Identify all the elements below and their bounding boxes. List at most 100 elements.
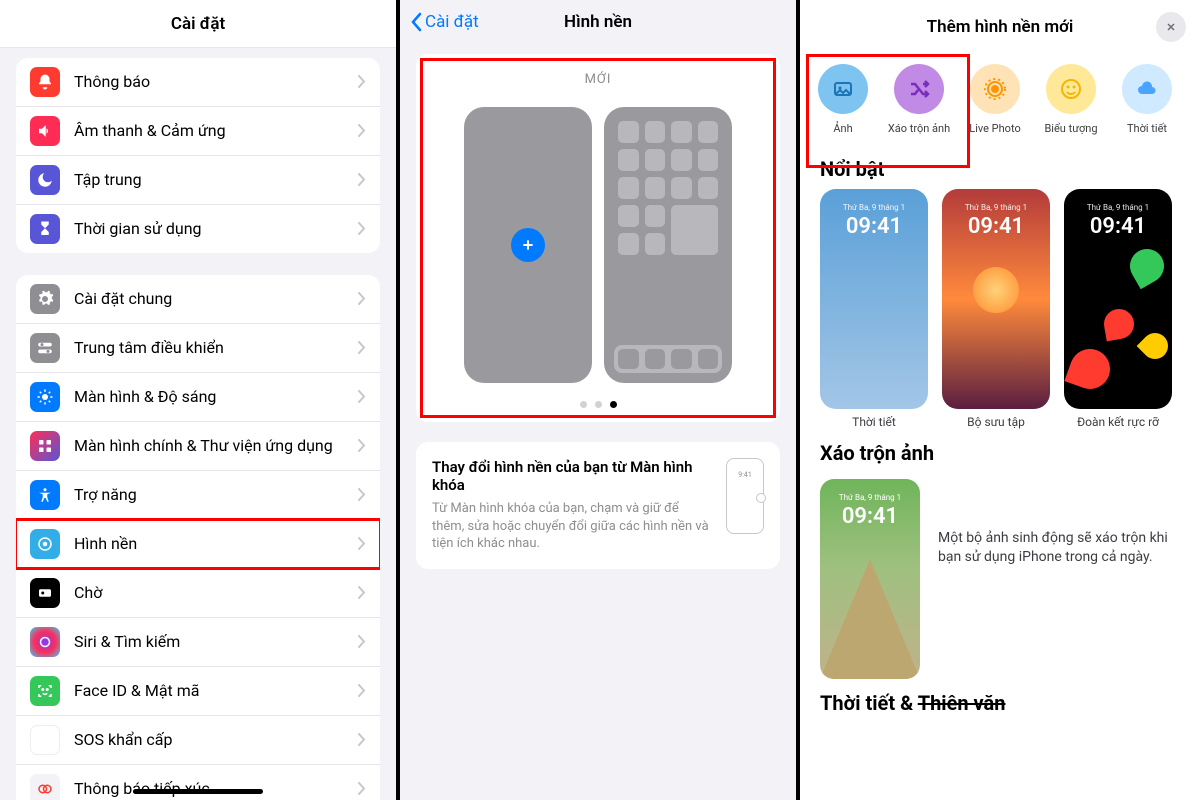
chevron-right-icon bbox=[358, 486, 366, 505]
wallpaper-collection[interactable]: Thứ Ba, 9 tháng 1 09:41 bbox=[942, 189, 1050, 409]
row-sos[interactable]: SOS SOS khẩn cấp bbox=[16, 716, 380, 765]
add-wallpaper-header: Thêm hình nền mới bbox=[800, 0, 1200, 54]
row-homescreen[interactable]: Màn hình chính & Thư viện ứng dụng bbox=[16, 422, 380, 471]
row-sound[interactable]: Âm thanh & Cảm ứng bbox=[16, 107, 380, 156]
chevron-right-icon bbox=[358, 780, 366, 799]
page-dot[interactable] bbox=[595, 401, 602, 408]
wallpaper-unity[interactable]: Thứ Ba, 9 tháng 1 09:41 bbox=[1064, 189, 1172, 409]
flower-graphic bbox=[1064, 343, 1115, 394]
grid-icon bbox=[30, 431, 60, 461]
row-label: Màn hình & Độ sáng bbox=[74, 387, 358, 406]
row-accessibility[interactable]: Trợ năng bbox=[16, 471, 380, 520]
row-label: Trung tâm điều khiển bbox=[74, 338, 358, 357]
category-emoji[interactable]: Biểu tượng bbox=[1044, 64, 1098, 135]
page-dots[interactable] bbox=[428, 401, 768, 408]
shuffle-description: Một bộ ảnh sinh động sẽ xáo trộn khi bạn… bbox=[938, 479, 1180, 567]
home-indicator[interactable] bbox=[133, 789, 263, 794]
settings-list[interactable]: Thông báo Âm thanh & Cảm ứng Tập trung bbox=[0, 48, 396, 800]
wallpaper-body: MỚI bbox=[400, 44, 796, 579]
wallpaper-day: Thứ Ba, 9 tháng 1 bbox=[942, 203, 1050, 212]
chevron-right-icon bbox=[358, 437, 366, 456]
row-wallpaper[interactable]: Hình nền bbox=[16, 520, 380, 569]
wallpaper-day: Thứ Ba, 9 tháng 1 bbox=[820, 203, 928, 212]
row-screentime[interactable]: Thời gian sử dụng bbox=[16, 205, 380, 253]
category-label: Biểu tượng bbox=[1044, 122, 1097, 135]
row-label: SOS khẩn cấp bbox=[74, 730, 358, 749]
info-title: Thay đổi hình nền của bạn từ Màn hình kh… bbox=[432, 458, 712, 494]
dock-icon bbox=[614, 345, 722, 373]
wallpaper-icon bbox=[30, 529, 60, 559]
chevron-right-icon bbox=[358, 535, 366, 554]
wallpaper-weather[interactable]: Thứ Ba, 9 tháng 1 09:41 bbox=[820, 189, 928, 409]
category-weather[interactable]: Thời tiết bbox=[1120, 64, 1174, 135]
row-label: Thời gian sử dụng bbox=[74, 219, 358, 238]
title-part-b: Thiên văn bbox=[918, 691, 1006, 715]
chevron-right-icon bbox=[358, 220, 366, 239]
lock-screen-preview[interactable] bbox=[464, 107, 592, 383]
category-label: Xáo trộn ảnh bbox=[888, 122, 950, 135]
exposure-icon bbox=[30, 774, 60, 800]
mini-knob bbox=[756, 493, 766, 503]
flower-graphic bbox=[1124, 243, 1170, 289]
settings-panel: Cài đặt Thông báo Âm thanh & Cảm ứng bbox=[0, 0, 400, 800]
siri-icon bbox=[30, 627, 60, 657]
close-button[interactable] bbox=[1156, 12, 1186, 42]
row-standby[interactable]: Chờ bbox=[16, 569, 380, 618]
settings-group-1: Thông báo Âm thanh & Cảm ứng Tập trung bbox=[16, 58, 380, 253]
hourglass-icon bbox=[30, 214, 60, 244]
chevron-right-icon bbox=[358, 682, 366, 701]
row-exposure[interactable]: Thông báo tiếp xúc bbox=[16, 765, 380, 800]
category-label: Ảnh bbox=[833, 122, 852, 135]
row-notifications[interactable]: Thông báo bbox=[16, 58, 380, 107]
chevron-right-icon bbox=[358, 584, 366, 603]
sun-graphic bbox=[973, 267, 1019, 313]
moon-icon bbox=[30, 165, 60, 195]
wallpaper-caption: Bộ sưu tập bbox=[942, 415, 1050, 429]
info-desc: Từ Màn hình khóa của bạn, chạm và giữ để… bbox=[432, 500, 712, 553]
chevron-right-icon bbox=[358, 122, 366, 141]
row-label: Cài đặt chung bbox=[74, 289, 358, 308]
add-wallpaper-panel: Thêm hình nền mới Ảnh Xáo trộn ảnh bbox=[800, 0, 1200, 800]
row-faceid[interactable]: Face ID & Mật mã bbox=[16, 667, 380, 716]
wallpaper-time: 09:41 bbox=[820, 504, 920, 529]
category-live-photo[interactable]: Live Photo bbox=[968, 64, 1022, 135]
back-button[interactable]: Cài đặt bbox=[410, 12, 479, 32]
featured-captions: Thời tiết Bộ sưu tập Đoàn kết rực rỡ bbox=[800, 409, 1200, 429]
home-screen-preview[interactable] bbox=[604, 107, 732, 383]
wallpaper-time: 09:41 bbox=[820, 214, 928, 239]
chevron-right-icon bbox=[358, 731, 366, 750]
photos-icon bbox=[818, 64, 868, 114]
row-label: Hình nền bbox=[74, 534, 358, 553]
add-wallpaper-body[interactable]: Ảnh Xáo trộn ảnh Live Photo bbox=[800, 54, 1200, 800]
emoji-icon bbox=[1046, 64, 1096, 114]
row-display[interactable]: Màn hình & Độ sáng bbox=[16, 373, 380, 422]
app-grid-icon bbox=[618, 121, 718, 369]
category-photos[interactable]: Ảnh bbox=[816, 64, 870, 135]
row-label: Face ID & Mật mã bbox=[74, 681, 358, 700]
flower-graphic bbox=[1102, 307, 1137, 342]
row-label: Chờ bbox=[74, 583, 358, 602]
featured-wallpapers[interactable]: Thứ Ba, 9 tháng 1 09:41 Thứ Ba, 9 tháng … bbox=[800, 189, 1200, 409]
chevron-right-icon bbox=[358, 339, 366, 358]
shuffle-wallpaper-preview[interactable]: Thứ Ba, 9 tháng 1 09:41 bbox=[820, 479, 920, 679]
row-label: Âm thanh & Cảm ứng bbox=[74, 121, 358, 140]
live-photo-icon bbox=[970, 64, 1020, 114]
row-general[interactable]: Cài đặt chung bbox=[16, 275, 380, 324]
wallpaper-caption: Đoàn kết rực rỡ bbox=[1064, 415, 1172, 429]
add-wallpaper-button[interactable] bbox=[511, 228, 545, 262]
page-dot[interactable] bbox=[580, 401, 587, 408]
category-label: Thời tiết bbox=[1127, 122, 1167, 135]
settings-group-2: Cài đặt chung Trung tâm điều khiển Màn h… bbox=[16, 275, 380, 800]
row-label: Trợ năng bbox=[74, 485, 358, 504]
new-label: MỚI bbox=[428, 72, 768, 87]
faceid-icon bbox=[30, 676, 60, 706]
sos-icon: SOS bbox=[30, 725, 60, 755]
row-control-center[interactable]: Trung tâm điều khiển bbox=[16, 324, 380, 373]
chevron-right-icon bbox=[358, 171, 366, 190]
row-siri[interactable]: Siri & Tìm kiếm bbox=[16, 618, 380, 667]
category-shuffle[interactable]: Xáo trộn ảnh bbox=[892, 64, 946, 135]
switches-icon bbox=[30, 333, 60, 363]
page-dot-active[interactable] bbox=[610, 401, 617, 408]
row-focus[interactable]: Tập trung bbox=[16, 156, 380, 205]
phone-previews bbox=[428, 107, 768, 383]
